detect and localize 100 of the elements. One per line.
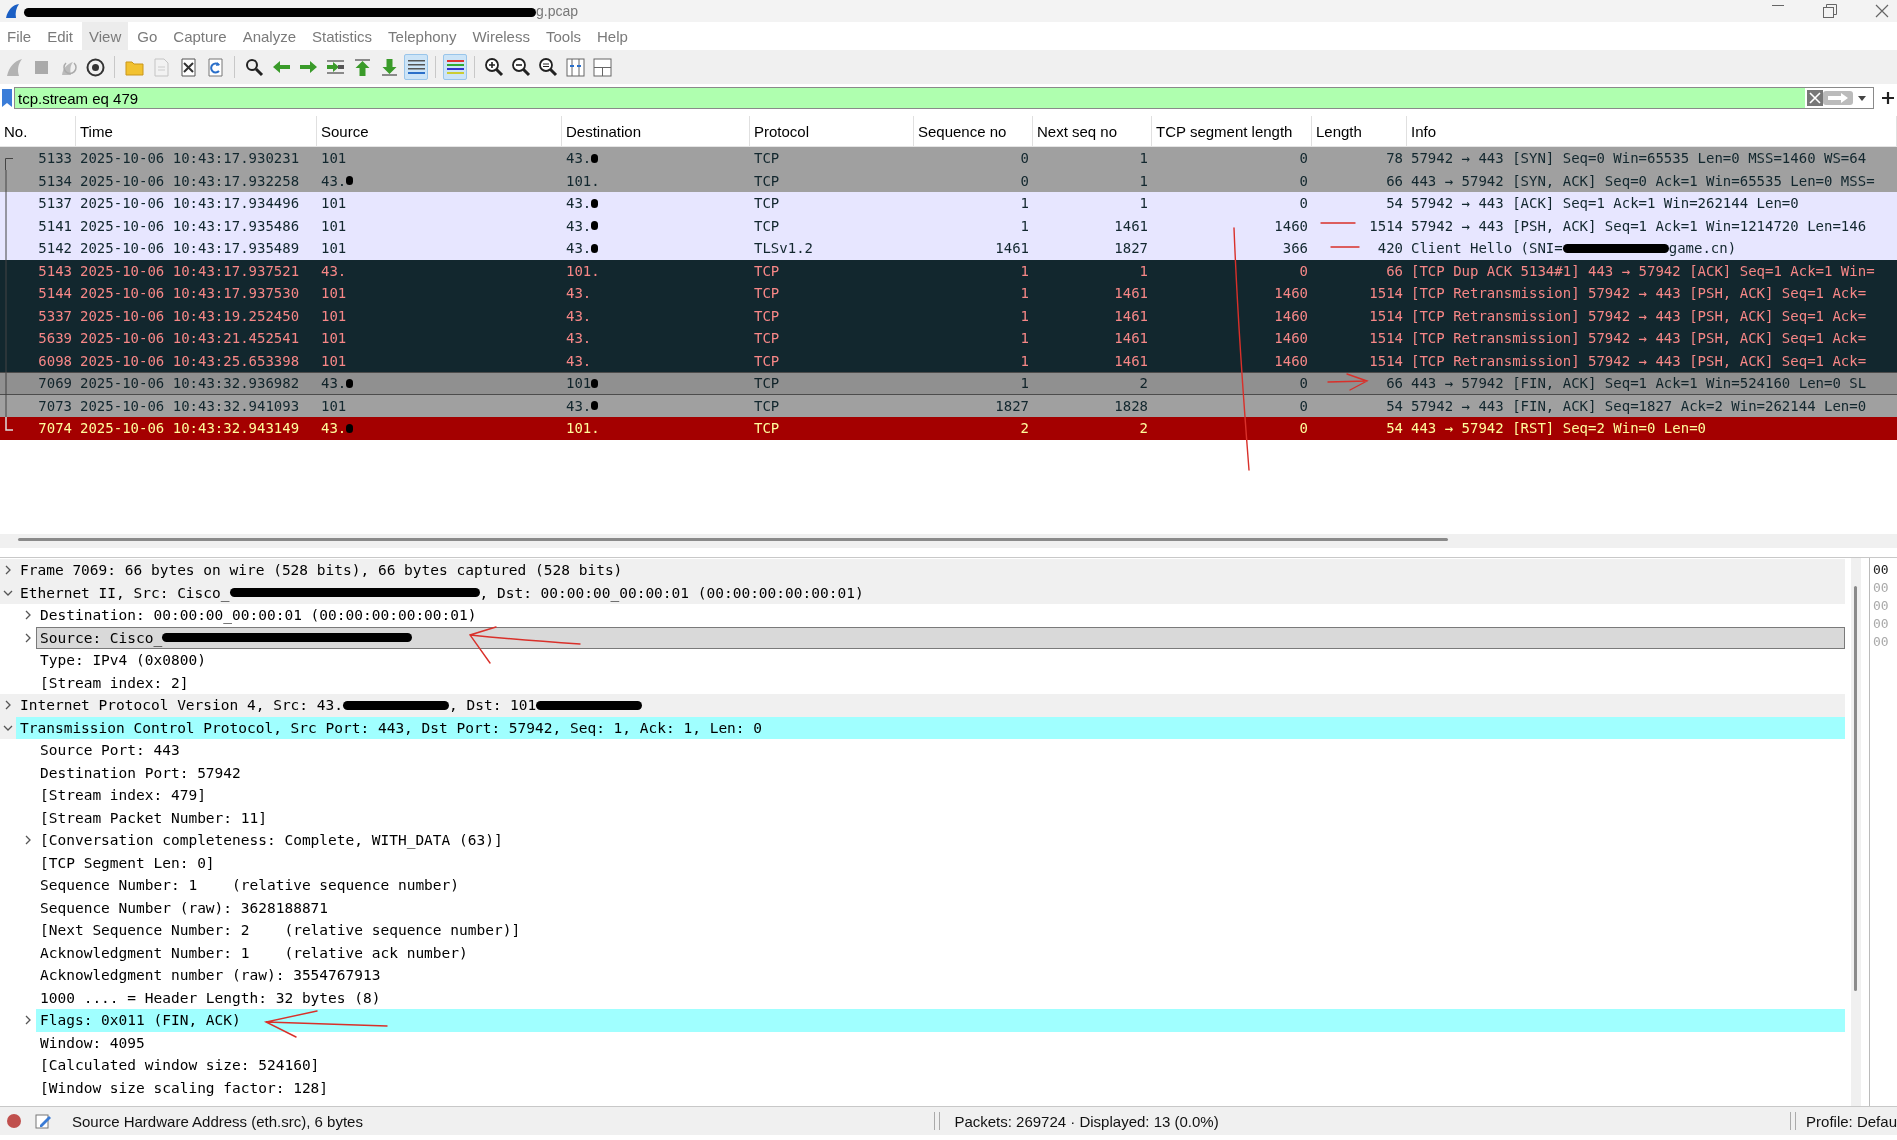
packet-row[interactable]: 7074 2025-10-06 10:43:32.943149 43. 101. TCP 2 2 0 54 443 → 57942 [RST] Seq=2 Win=0 Len=0 [0, 417, 1897, 440]
tree-item-text[interactable]: Destination: 00:00:00_00:00:01 (00:00:00:00:00:01) [36, 604, 481, 627]
tree-item-text[interactable]: [TCP Segment Len: 0] [36, 851, 219, 874]
table-cell-text: 5337 [37, 306, 73, 326]
column-header[interactable]: TCP segment length [1152, 116, 1312, 146]
bookmark-icon[interactable] [2, 89, 12, 107]
table-cell-text: 1 [1138, 149, 1149, 169]
tree-item-text[interactable]: Window: 4095 [36, 1031, 149, 1054]
packet-row[interactable]: 7069 2025-10-06 10:43:32.936982 43. 101 TCP 1 2 0 66 443 → 57942 [FIN, ACK] Seq=1 Ack=1 Win=524160 Len=0 SL [0, 372, 1897, 395]
packet-row[interactable]: 5142 2025-10-06 10:43:17.935489 101 43. TLSv1.2 1461 1827 366 420 Client Hello (SNI= game.cn) [0, 237, 1897, 260]
table-cell-text: 57942 → 443 [PSH, ACK] Seq=1 Ack=1 Win=1214720 Len=146 [1410, 216, 1868, 236]
packet-row[interactable]: 5141 2025-10-06 10:43:17.935486 101 43. TCP 1 1461 1460 1514 57942 → 443 [PSH, ACK] Seq=1 Ack=1 Win=1214720 Len=146 [0, 214, 1897, 237]
column-header[interactable]: Source [317, 116, 562, 146]
tree-item-text[interactable]: [Next Sequence Number: 2 (relative sequence number)] [36, 919, 525, 942]
minimize-icon[interactable] [1771, 4, 1785, 7]
status-divider [934, 1112, 941, 1130]
packet-row[interactable]: 5337 2025-10-06 10:43:19.252450 101 43. TCP 1 1461 1460 1514 [TCP Retransmission] 57942 → 443 [PSH, ACK] Seq=1 Ack= [0, 304, 1897, 327]
table-cell-text: 0 [1298, 261, 1309, 281]
table-cell-text: 2025-10-06 10:43:19.252450 [79, 306, 301, 326]
tree-item-text[interactable]: Source: Cisco_ [36, 626, 1845, 649]
table-cell-text: 1514 [1368, 351, 1404, 371]
table-cell: 43. [317, 373, 562, 394]
menu-item[interactable]: Help [590, 22, 635, 50]
table-cell-text: 1460 [1273, 306, 1309, 326]
table-cell-text: 2025-10-06 10:43:32.943149 [79, 419, 301, 439]
restore-icon[interactable] [1823, 4, 1837, 18]
menu-item[interactable]: Telephony [381, 22, 464, 50]
table-cell-text: 101. [565, 261, 601, 281]
table-cell-text: 420 [1376, 239, 1404, 259]
table-cell-text: 0 [1298, 194, 1309, 214]
table-cell-text: 0 [1298, 419, 1309, 439]
packet-row[interactable]: 7073 2025-10-06 10:43:32.941093 101 43. TCP 1827 1828 0 54 57942 → 443 [FIN, ACK] Seq=1827 Ack=2 Win=262144 Len=0 [0, 394, 1897, 417]
column-header[interactable]: Destination [562, 116, 750, 146]
tree-item-text[interactable]: [Stream index: 2] [36, 671, 193, 694]
tree-item-text[interactable]: [Stream index: 479] [36, 784, 210, 807]
scrollbar-thumb[interactable] [18, 538, 1448, 541]
tree-item-text[interactable]: Type: IPv4 (0x0800) [36, 649, 210, 672]
tree-item-text[interactable]: Frame 7069: 66 bytes on wire (528 bits), 66 bytes captured (528 bits) [16, 559, 627, 582]
tree-item-text[interactable]: 1000 .... = Header Length: 32 bytes (8) [36, 986, 385, 1009]
table-cell-text: TCP [753, 261, 781, 281]
packet-row[interactable]: 6098 2025-10-06 10:43:25.653398 101 43. TCP 1 1461 1460 1514 [TCP Retransmission] 57942 → 443 [PSH, ACK] Seq=1 Ack= [0, 349, 1897, 372]
tree-item-text[interactable]: Ethernet II, Src: Cisco_ , Dst: 00:00:00_00:00:01 (00:00:00:00:00:01) [16, 581, 868, 604]
close-icon[interactable] [1875, 4, 1889, 18]
menu-item[interactable]: Capture [166, 22, 234, 50]
packet-row[interactable]: 5137 2025-10-06 10:43:17.934496 101 43. TCP 1 1 0 54 57942 → 443 [ACK] Seq=1 Ack=1 Win=262144 Len=0 [0, 192, 1897, 215]
packet-row[interactable]: 5134 2025-10-06 10:43:17.932258 43. 101. TCP 0 1 0 66 443 → 57942 [SYN, ACK] Seq=0 Ack=1 Win=65535 Len=0 MSS= [0, 169, 1897, 192]
packet-row[interactable]: 5639 2025-10-06 10:43:21.452541 101 43. TCP 1 1461 1460 1514 [TCP Retransmission] 57942 → 443 [PSH, ACK] Seq=1 Ack= [0, 327, 1897, 350]
menu-item[interactable]: Edit [40, 22, 81, 50]
packet-row[interactable]: 5144 2025-10-06 10:43:17.937530 101 43. TCP 1 1461 1460 1514 [TCP Retransmission] 57942 → 443 [PSH, ACK] Seq=1 Ack= [0, 282, 1897, 305]
tree-item-text[interactable]: [Stream Packet Number: 11] [36, 806, 271, 829]
packet-row[interactable]: 5133 2025-10-06 10:43:17.930231 101 43. TCP 0 1 0 78 57942 → 443 [SYN] Seq=0 Win=65535 Len=0 MSS=1460 WS=64 [0, 147, 1897, 170]
edit-note-icon[interactable] [34, 1112, 52, 1130]
table-cell-text: 1 [1019, 374, 1030, 394]
tree-row[interactable]: Ethernet II, Src: Cisco_ , Dst: 00:00:00_00:00:01 (00:00:00:00:00:01) [0, 581, 1845, 604]
column-header[interactable]: Sequence no [914, 116, 1033, 146]
table-cell-text: TCP [753, 374, 781, 394]
menu-item[interactable]: Tools [538, 22, 588, 50]
column-header[interactable]: Info [1407, 116, 1897, 146]
column-header[interactable]: Length [1312, 116, 1407, 146]
table-cell-text: 2025-10-06 10:43:17.930231 [79, 149, 301, 169]
tree-row[interactable]: Frame 7069: 66 bytes on wire (528 bits), 66 bytes captured (528 bits) [0, 559, 1845, 582]
tree-item-text[interactable]: Flags: 0x011 (FIN, ACK) [36, 1009, 1845, 1032]
record-icon[interactable] [6, 1113, 22, 1129]
menu-item[interactable]: File [0, 22, 39, 50]
menu-item[interactable]: Analyze [235, 22, 304, 50]
menu-item[interactable]: View [82, 22, 129, 50]
column-header[interactable]: Time [76, 116, 317, 146]
tree-item-text[interactable]: [Window size scaling factor: 128] [36, 1076, 333, 1099]
table-cell-text: TCP [753, 284, 781, 304]
packet-row[interactable]: 5143 2025-10-06 10:43:17.937521 43. 101. TCP 1 1 0 66 [TCP Dup ACK 5134#1] 443 → 57942 [ACK] Seq=1 Ack=1 Win= [0, 259, 1897, 282]
tree-item-text[interactable]: Sequence Number (raw): 3628188871 [36, 896, 333, 919]
tree-item-text[interactable]: [Calculated window size: 524160] [36, 1054, 324, 1077]
column-header[interactable]: Next seq no [1033, 116, 1152, 146]
tree-item-text[interactable]: Source Port: 443 [36, 739, 184, 762]
tree-item-text[interactable]: [Conversation completeness: Complete, WITH_DATA (63)] [36, 829, 507, 852]
scrollbar-thumb[interactable] [1854, 586, 1857, 991]
column-header[interactable]: No. [0, 116, 76, 146]
table-cell-text: 0 [1019, 149, 1030, 169]
tree-item-text[interactable]: Acknowledgment number (raw): 3554767913 [36, 964, 385, 987]
tree-item-text[interactable]: Acknowledgment Number: 1 (relative ack number) [36, 941, 472, 964]
table-cell-text: TCP [753, 194, 781, 214]
table-cell-text: 2 [1138, 374, 1149, 394]
annotation-line [1320, 222, 1356, 224]
menu-item[interactable]: Statistics [305, 22, 380, 50]
app-icon [4, 3, 20, 19]
tree-row[interactable]: Internet Protocol Version 4, Src: 43. , Dst: 101 [0, 694, 1845, 717]
menu-item[interactable]: Go [130, 22, 165, 50]
tree-item-text[interactable]: Sequence Number: 1 (relative sequence number) [36, 874, 464, 897]
table-cell-text: 101 [320, 329, 348, 349]
table-cell: 101 [562, 373, 750, 394]
horizontal-scrollbar[interactable] [0, 534, 1897, 548]
tree-item-text[interactable]: Destination Port: 57942 [36, 761, 245, 784]
table-cell-text: 54 [1385, 396, 1404, 416]
add-icon[interactable] [1882, 92, 1894, 104]
menu-item[interactable]: Wireless [465, 22, 537, 50]
column-header[interactable]: Protocol [750, 116, 914, 146]
vertical-scrollbar[interactable] [1851, 558, 1861, 1106]
table-cell-text: 1 [1019, 284, 1030, 304]
tree-item-text[interactable]: Internet Protocol Version 4, Src: 43. , Dst: 101 [16, 694, 647, 717]
table-cell-text: 1827 [1113, 239, 1149, 259]
